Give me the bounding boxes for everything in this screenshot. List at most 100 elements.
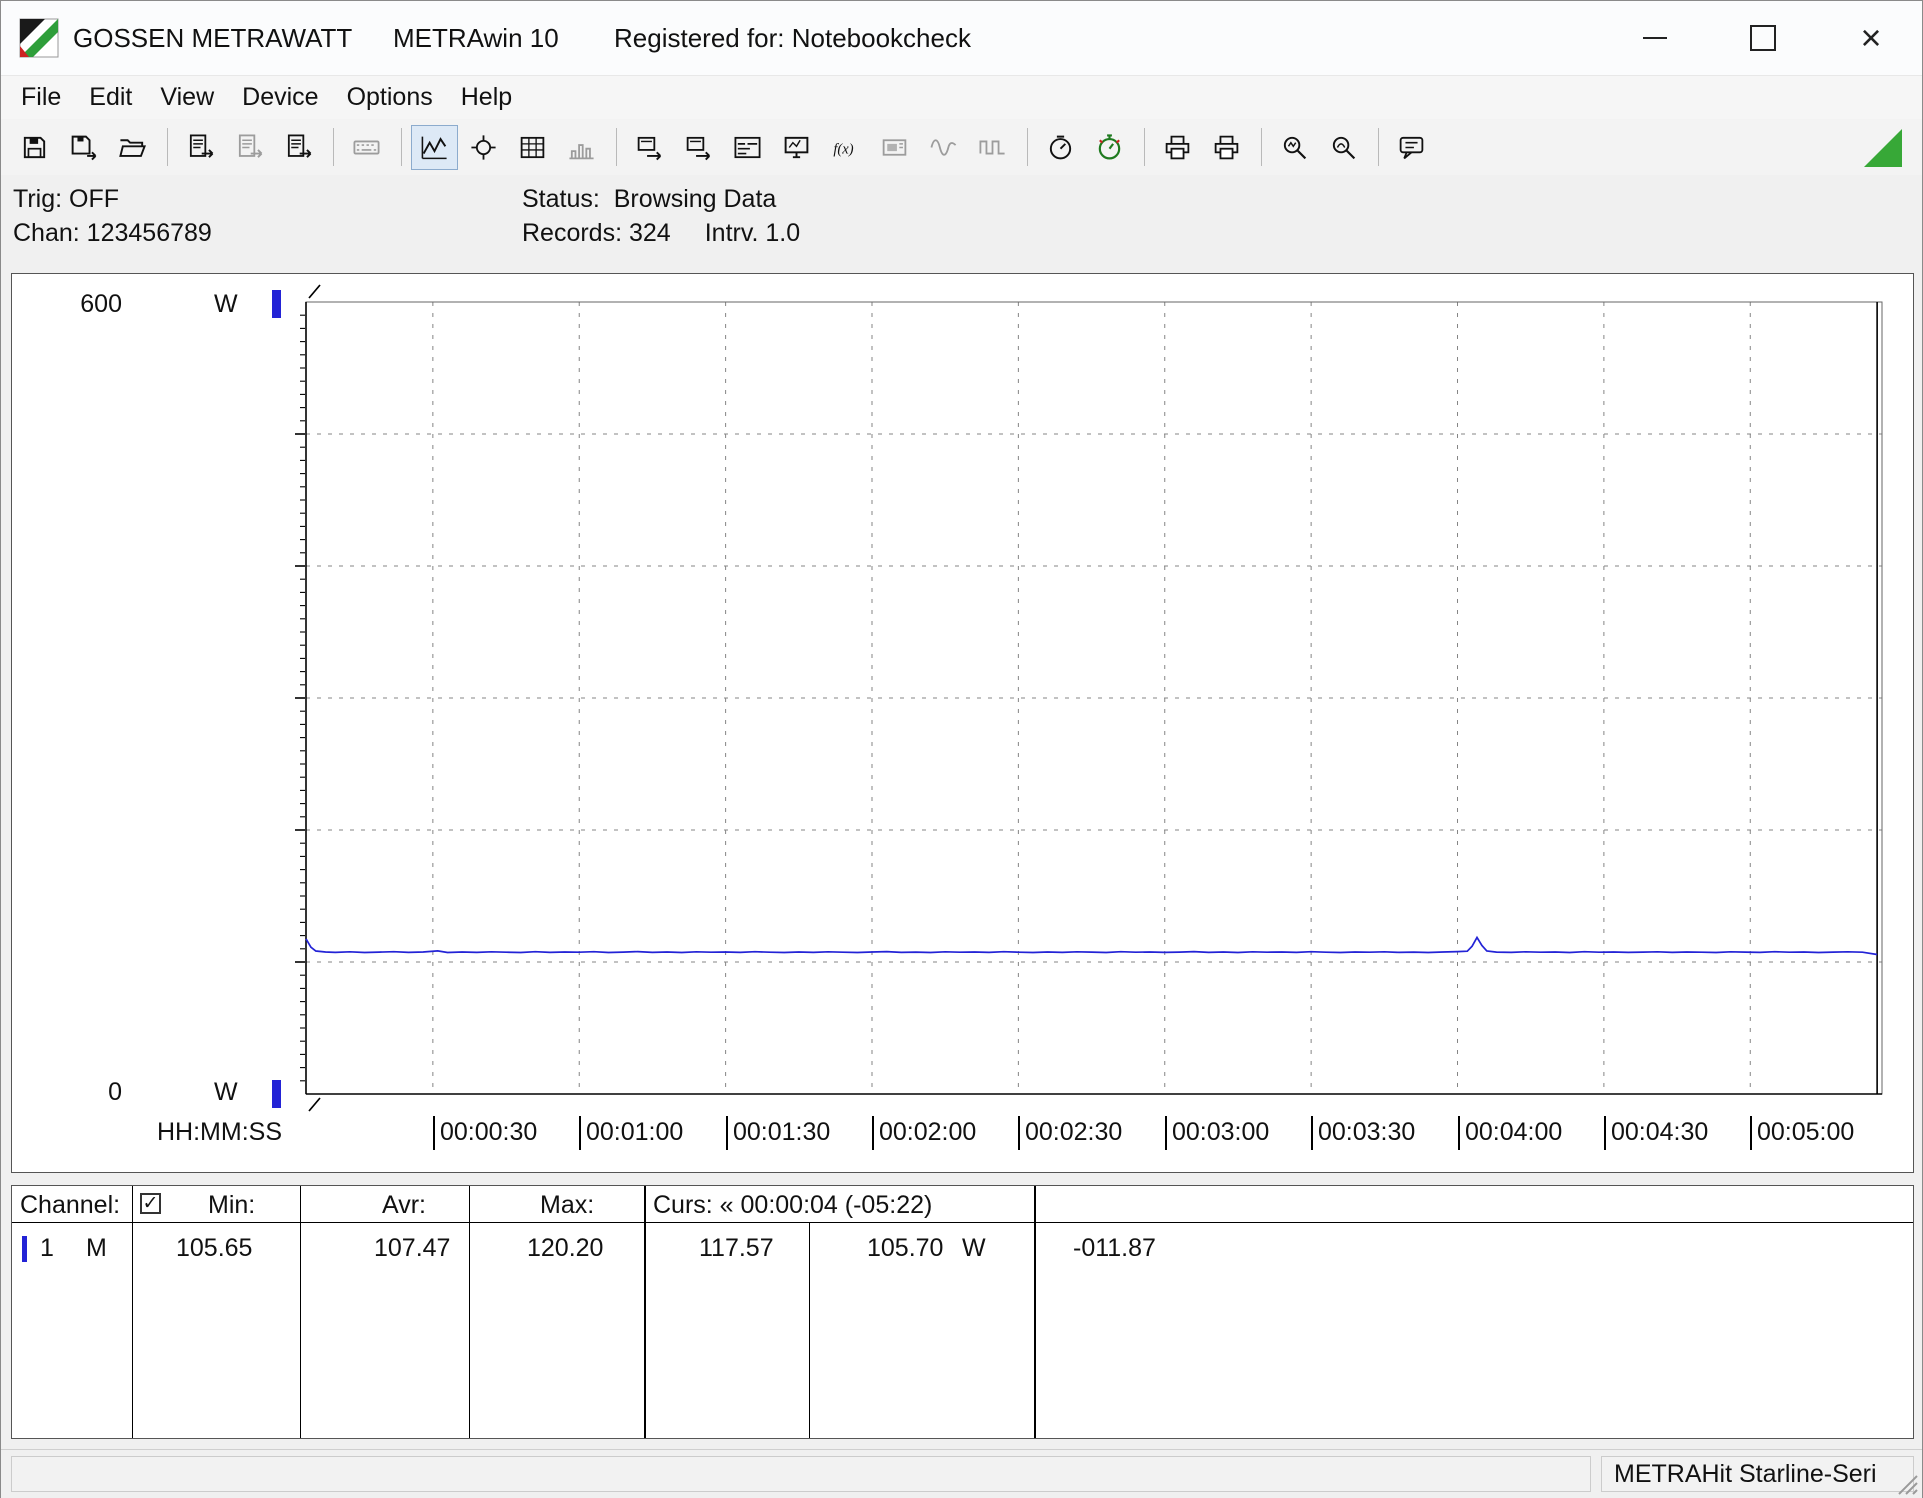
menu-options[interactable]: Options: [333, 79, 447, 116]
waveform-icon: [929, 133, 958, 162]
table-divider: [132, 1186, 133, 1438]
save-as-button[interactable]: [60, 125, 107, 170]
menu-view[interactable]: View: [146, 79, 228, 116]
maximize-button[interactable]: [1731, 1, 1795, 75]
toolbar-separator: [616, 128, 617, 166]
channel-row-color-marker: [22, 1236, 27, 1262]
cursor-unit: W: [962, 1234, 986, 1263]
close-button[interactable]: ×: [1839, 1, 1903, 75]
memo-button[interactable]: [1388, 125, 1435, 170]
minimize-button[interactable]: [1623, 1, 1687, 75]
channel-color-marker: [272, 290, 281, 318]
export-table-button[interactable]: [226, 125, 273, 170]
print-button[interactable]: [1154, 125, 1201, 170]
send-window-2-icon: [684, 133, 713, 162]
print-preview-icon: [1212, 133, 1241, 162]
cursor1-marker[interactable]: [309, 285, 320, 298]
menu-file[interactable]: File: [7, 79, 75, 116]
channel-header: Channel:: [20, 1191, 120, 1220]
channel-visible-checkbox[interactable]: ✓: [140, 1193, 161, 1214]
view-table-button[interactable]: [509, 125, 556, 170]
zoom-curve-button[interactable]: [1320, 125, 1367, 170]
channel-mode: M: [86, 1234, 107, 1263]
app-window: GOSSEN METRAWATT METRAwin 10 Registered …: [0, 0, 1923, 1498]
monitor-button[interactable]: [773, 125, 820, 170]
trig-value: OFF: [69, 185, 119, 213]
zoom-mode-button[interactable]: [1271, 125, 1318, 170]
table-icon: [518, 133, 547, 162]
status-bar-message-area: [11, 1456, 1591, 1492]
table-divider: [1034, 1186, 1036, 1438]
timeline-button[interactable]: [724, 125, 771, 170]
crosshair-icon: [469, 133, 498, 162]
x-tick-label: 00:04:00: [1458, 1116, 1562, 1150]
title-brand: GOSSEN METRAWATT: [73, 1, 352, 75]
min-header: Min:: [208, 1191, 255, 1220]
status-panel: Trig: OFF Chan: 123456789 Status: Browsi…: [1, 179, 1922, 269]
export-table-icon: [235, 133, 264, 162]
open-button[interactable]: [109, 125, 156, 170]
line-chart-icon: [420, 133, 449, 162]
maximize-icon: [1750, 25, 1776, 51]
waveform-2-icon: [978, 133, 1007, 162]
menu-edit[interactable]: Edit: [75, 79, 146, 116]
x-tick-label: 00:03:00: [1165, 1116, 1269, 1150]
formula-button[interactable]: [822, 125, 869, 170]
cursor1-marker[interactable]: [309, 1098, 320, 1111]
view-histogram-button[interactable]: [558, 125, 605, 170]
device-status-field: METRAHit Starline-Seri: [1601, 1456, 1914, 1492]
waveform-2-button[interactable]: [969, 125, 1016, 170]
print-preview-button[interactable]: [1203, 125, 1250, 170]
chart-panel[interactable]: 600 W 0 W HH:MM:SS 00:00:3000:01:0000:01…: [11, 273, 1914, 1173]
timeline-icon: [733, 133, 762, 162]
table-divider: [469, 1186, 470, 1438]
view-line-chart-button[interactable]: [411, 125, 458, 170]
save-button[interactable]: [11, 125, 58, 170]
export-data-button[interactable]: [275, 125, 322, 170]
save-as-icon: [69, 133, 98, 162]
chan-label: Chan:: [13, 219, 80, 247]
zoom-curve-icon: [1329, 133, 1358, 162]
cursor2-value: 105.70: [867, 1234, 943, 1263]
x-tick-label: 00:01:30: [726, 1116, 830, 1150]
histogram-icon: [567, 133, 596, 162]
title-registered: Registered for: Notebookcheck: [614, 1, 971, 75]
records-value: 324: [629, 219, 671, 247]
send-to-window-2-button[interactable]: [675, 125, 722, 170]
device-name: METRAHit Starline-Seri: [1614, 1460, 1877, 1488]
min-value: 105.65: [176, 1234, 252, 1263]
toolbar-separator: [1261, 128, 1262, 166]
x-axis-labels: HH:MM:SS 00:00:3000:01:0000:01:3000:02:0…: [12, 1116, 1913, 1154]
printer-icon: [1163, 133, 1192, 162]
trig-label: Trig:: [13, 185, 62, 213]
menu-bar: File Edit View Device Options Help: [1, 76, 1922, 119]
interval-label: Intrv.: [705, 219, 759, 247]
power-line-chart[interactable]: [12, 274, 1913, 1172]
send-to-window-button[interactable]: [626, 125, 673, 170]
resize-grip[interactable]: [1893, 1470, 1919, 1496]
y-axis-unit-label: W: [214, 290, 238, 319]
x-axis-title: HH:MM:SS: [157, 1118, 282, 1147]
minimize-icon: [1643, 37, 1667, 39]
app-logo-icon: [19, 18, 59, 58]
toolbar: [1, 119, 1922, 175]
monitor-icon: [782, 133, 811, 162]
x-tick-label: 00:01:00: [579, 1116, 683, 1150]
toolbar-separator: [1144, 128, 1145, 166]
menu-help[interactable]: Help: [447, 79, 526, 116]
view-scope-button[interactable]: [460, 125, 507, 170]
menu-device[interactable]: Device: [228, 79, 332, 116]
stopwatch-button[interactable]: [1086, 125, 1133, 170]
device-display-button[interactable]: [871, 125, 918, 170]
meter-clock-button[interactable]: [1037, 125, 1084, 170]
formula-fx-icon: [831, 133, 860, 162]
waveform-button[interactable]: [920, 125, 967, 170]
keyboard-button[interactable]: [343, 125, 390, 170]
avr-header: Avr:: [382, 1191, 426, 1220]
table-header-divider: [12, 1222, 1913, 1223]
max-header: Max:: [540, 1191, 594, 1220]
avr-value: 107.47: [374, 1234, 450, 1263]
records-label: Records:: [522, 219, 622, 247]
export-report-button[interactable]: [177, 125, 224, 170]
stopwatch-icon: [1095, 133, 1124, 162]
